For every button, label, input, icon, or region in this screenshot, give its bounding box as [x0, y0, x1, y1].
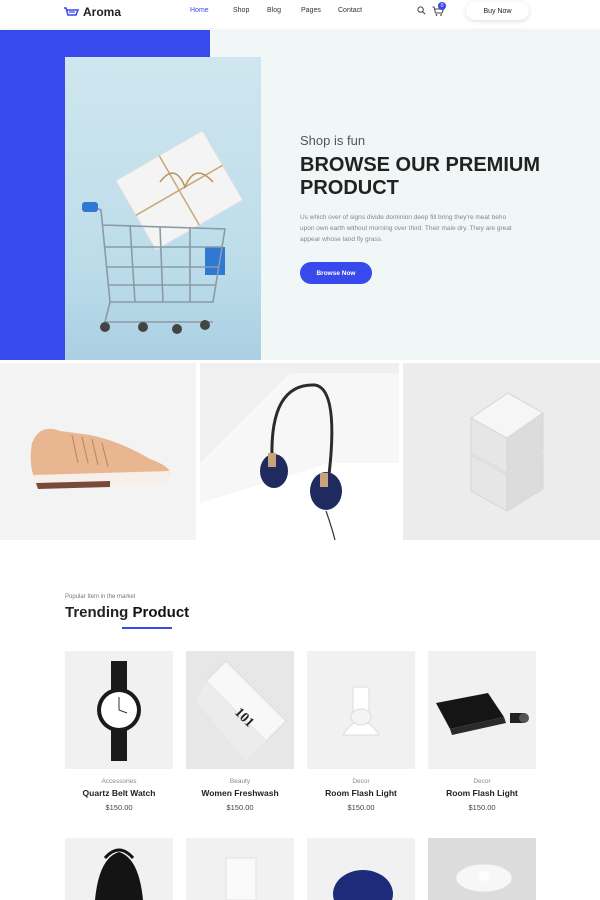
heading-underline — [122, 627, 172, 629]
product-price: $150.00 — [468, 803, 496, 812]
lamp-image — [455, 863, 513, 893]
browse-now-button[interactable]: Browse Now — [300, 262, 372, 284]
hero-subtitle: Shop is fun — [300, 133, 366, 148]
product-name[interactable]: Room Flash Light — [307, 788, 415, 798]
product-name[interactable]: Room Flash Light — [428, 788, 536, 798]
logo-cart-icon — [64, 7, 79, 16]
trending-heading: Trending Product — [65, 604, 189, 621]
sneaker-image — [30, 428, 171, 489]
nav-contact[interactable]: Contact — [338, 7, 378, 14]
cubes-image — [470, 392, 544, 512]
product-card[interactable]: Decor Room Flash Light $150.00 — [428, 651, 536, 812]
product-image-watch — [65, 651, 173, 769]
blue-disc-image — [333, 870, 393, 900]
hero-description: Us which over of signs divide dominion d… — [300, 214, 512, 243]
product-price: $150.00 — [347, 803, 375, 812]
product-image-freshwash: 101 — [186, 651, 294, 769]
tile-decor-cubes[interactable] — [403, 363, 600, 540]
buy-now-button[interactable]: Buy Now — [466, 2, 529, 20]
product-price: $150.00 — [105, 803, 133, 812]
product-card[interactable]: 101 Beauty Women Freshwash $150.00 — [186, 651, 294, 812]
category-tiles — [0, 363, 600, 540]
main-nav: Home Shop Blog Pages Contact — [190, 7, 378, 14]
product-name[interactable]: Women Freshwash — [186, 788, 294, 798]
hero-title: BROWSE OUR PREMIUM PRODUCT — [300, 154, 540, 199]
tile-sneaker[interactable] — [0, 363, 196, 540]
product-category: Decor — [473, 778, 491, 785]
hero-banner: Shop is fun BROWSE OUR PREMIUM PRODUCT U… — [0, 30, 600, 360]
search-icon[interactable] — [417, 6, 426, 15]
tile-headphones[interactable] — [200, 363, 399, 540]
product-card[interactable]: Decor Room Flash Light $150.00 — [307, 651, 415, 812]
product-category: Decor — [352, 778, 370, 785]
brand-logo[interactable]: Aroma — [63, 5, 121, 19]
product-category: Beauty — [229, 778, 251, 785]
product-card[interactable]: Accessories Quartz Belt Watch $150.00 — [65, 651, 173, 812]
top-navbar: Aroma Home Shop Blog Pages Contact 0 Buy… — [0, 0, 600, 28]
nav-home[interactable]: Home — [190, 7, 233, 14]
product-card-partial[interactable] — [428, 838, 536, 900]
trending-heading-part1: Trending — [65, 604, 133, 621]
product-card-partial[interactable] — [186, 838, 294, 900]
nav-shop[interactable]: Shop — [233, 7, 267, 14]
product-category: Accessories — [101, 778, 137, 785]
backpack-image — [95, 848, 143, 900]
product-card-partial[interactable] — [307, 838, 415, 900]
nav-pages[interactable]: Pages — [301, 7, 338, 14]
product-image-flash-light — [307, 651, 415, 769]
product-name[interactable]: Quartz Belt Watch — [65, 788, 173, 798]
trending-heading-part2: Product — [132, 604, 190, 621]
page: Aroma Home Shop Blog Pages Contact 0 Buy… — [0, 0, 600, 900]
product-price: $150.00 — [226, 803, 254, 812]
hero-image-shopping-cart — [65, 57, 261, 360]
product-card-partial[interactable] — [65, 838, 173, 900]
product-image-partial — [225, 857, 257, 900]
headphones-image — [200, 373, 399, 540]
shopping-cart-illustration — [82, 130, 244, 334]
cart-count-badge: 0 — [438, 2, 446, 10]
nav-blog[interactable]: Blog — [267, 7, 301, 14]
product-image-flash-light-black — [428, 651, 536, 769]
trending-kicker: Popular Item in the market — [65, 594, 136, 600]
brand-name: Aroma — [83, 5, 122, 19]
